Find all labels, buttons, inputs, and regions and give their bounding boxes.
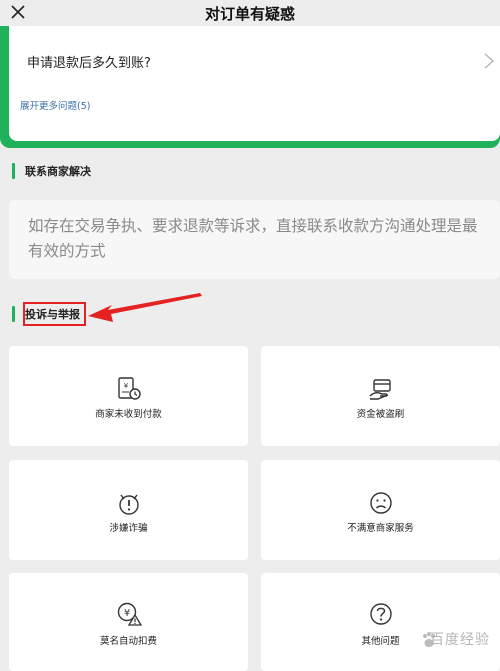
option-label: 涉嫌诈骗 — [109, 523, 148, 534]
chevron-right-icon — [484, 53, 495, 69]
option-merchant-not-received[interactable]: ¥ 商家未收到付款 — [9, 346, 248, 446]
section-accent-bar — [12, 306, 15, 322]
expand-more-questions-link[interactable]: 展开更多问题(5) — [20, 98, 90, 112]
option-unsatisfied-service[interactable]: 不满意商家服务 — [261, 460, 500, 560]
option-suspected-fraud[interactable]: 涉嫌诈骗 — [9, 460, 248, 560]
option-other-issue[interactable]: 其他问题 — [261, 573, 500, 671]
faq-card-border: 申请退款后多久到账? 展开更多问题(5) — [0, 26, 500, 148]
annotation-highlight-box — [23, 302, 86, 326]
faq-question: 申请退款后多久到账? — [27, 56, 151, 71]
page-title: 对订单有疑惑 — [204, 5, 295, 23]
merchant-description: 如存在交易争执、要求退款等诉求，直接联系收款方沟通处理是最有效的方式 — [28, 217, 478, 260]
card-hand-icon — [369, 379, 391, 400]
faq-card: 申请退款后多久到账? 展开更多问题(5) — [9, 26, 500, 141]
faq-item[interactable]: 申请退款后多久到账? — [9, 38, 500, 84]
svg-text:¥: ¥ — [123, 608, 129, 619]
option-label: 商家未收到付款 — [95, 409, 162, 420]
section-accent-bar — [12, 163, 15, 179]
watermark: 百度经验 — [430, 632, 490, 648]
merchant-section-title: 联系商家解决 — [25, 165, 91, 178]
annotation-arrow — [88, 293, 202, 322]
option-label: 不满意商家服务 — [347, 523, 414, 534]
option-label: 资金被盗刷 — [356, 409, 405, 420]
option-funds-stolen[interactable]: 资金被盗刷 — [261, 346, 500, 446]
question-icon — [369, 603, 392, 625]
receipt-clock-icon: ¥ — [117, 377, 141, 400]
merchant-info-card: 如存在交易争执、要求退款等诉求，直接联系收款方沟通处理是最有效的方式 — [9, 200, 500, 279]
top-nav-bar: 对订单有疑惑 — [0, 0, 500, 26]
yen-warning-icon: ¥ — [117, 602, 142, 626]
svg-text:¥: ¥ — [123, 382, 128, 390]
option-unexpected-charge[interactable]: ¥ 莫名自动扣费 — [9, 573, 248, 671]
merchant-section-header: 联系商家解决 — [12, 162, 91, 180]
sad-face-icon — [369, 492, 392, 514]
option-label: 莫名自动扣费 — [99, 636, 157, 647]
alert-face-icon — [118, 494, 139, 515]
